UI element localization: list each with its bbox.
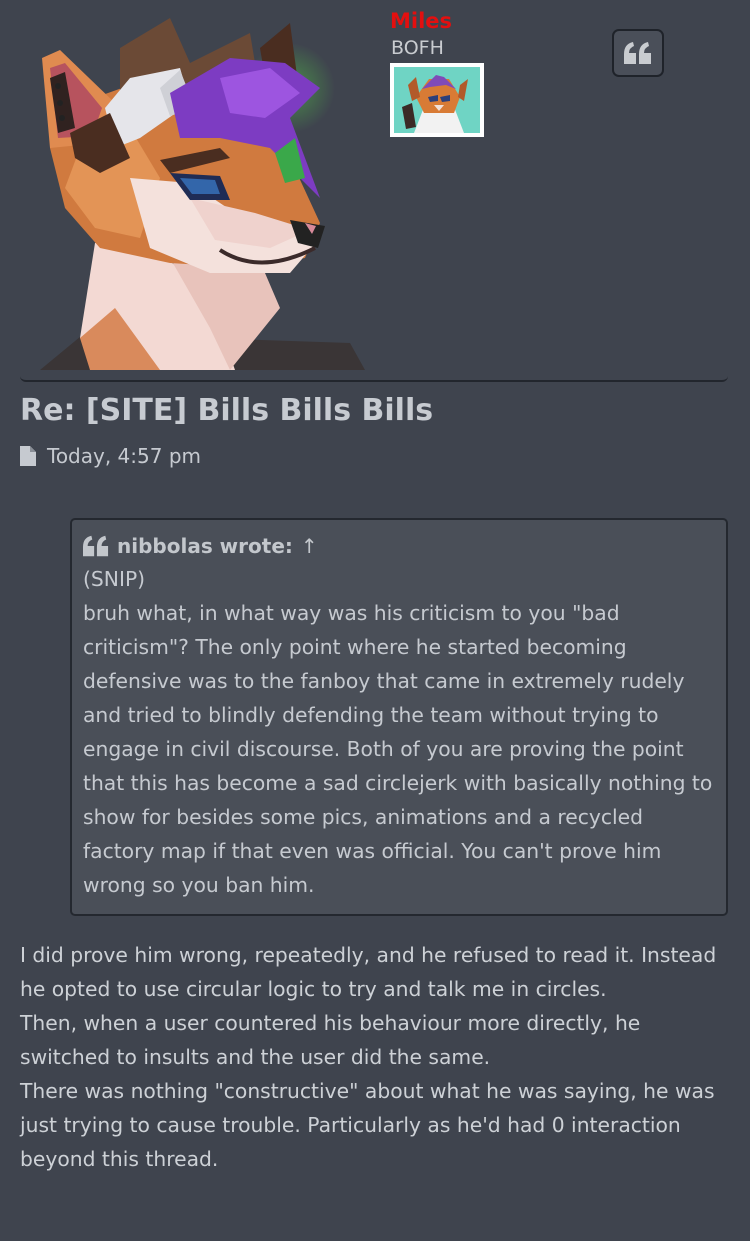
quote-citation: nibbolas wrote: ↑: [83, 530, 715, 562]
post-paragraph: Then, when a user countered his behaviou…: [20, 1011, 641, 1069]
user-avatar[interactable]: [20, 8, 365, 370]
post-title[interactable]: Re: [SITE] Bills Bills Bills: [20, 393, 433, 428]
blockquote: nibbolas wrote: ↑ (SNIP) bruh what, in w…: [70, 518, 728, 916]
quote-line: (SNIP): [83, 567, 146, 591]
quote-text: (SNIP) bruh what, in what way was his cr…: [83, 562, 715, 902]
quote-button[interactable]: [612, 29, 664, 77]
username[interactable]: Miles: [390, 9, 452, 33]
quote-line: bruh what, in what way was his criticism…: [83, 601, 713, 897]
rank-image: [390, 63, 484, 137]
user-rank: BOFH: [391, 37, 444, 59]
post-body: I did prove him wrong, repeatedly, and h…: [20, 938, 732, 1176]
quote-source-link[interactable]: ↑: [301, 534, 318, 558]
post-paragraph: There was nothing "constructive" about w…: [20, 1079, 715, 1171]
quote-icon: [83, 535, 109, 557]
post-meta: Today, 4:57 pm: [20, 444, 201, 468]
quote-author[interactable]: nibbolas wrote:: [117, 534, 293, 558]
post-paragraph: I did prove him wrong, repeatedly, and h…: [20, 943, 717, 1001]
quote-icon: [624, 42, 651, 64]
post-timestamp: Today, 4:57 pm: [47, 444, 202, 468]
file-icon: [20, 446, 36, 466]
